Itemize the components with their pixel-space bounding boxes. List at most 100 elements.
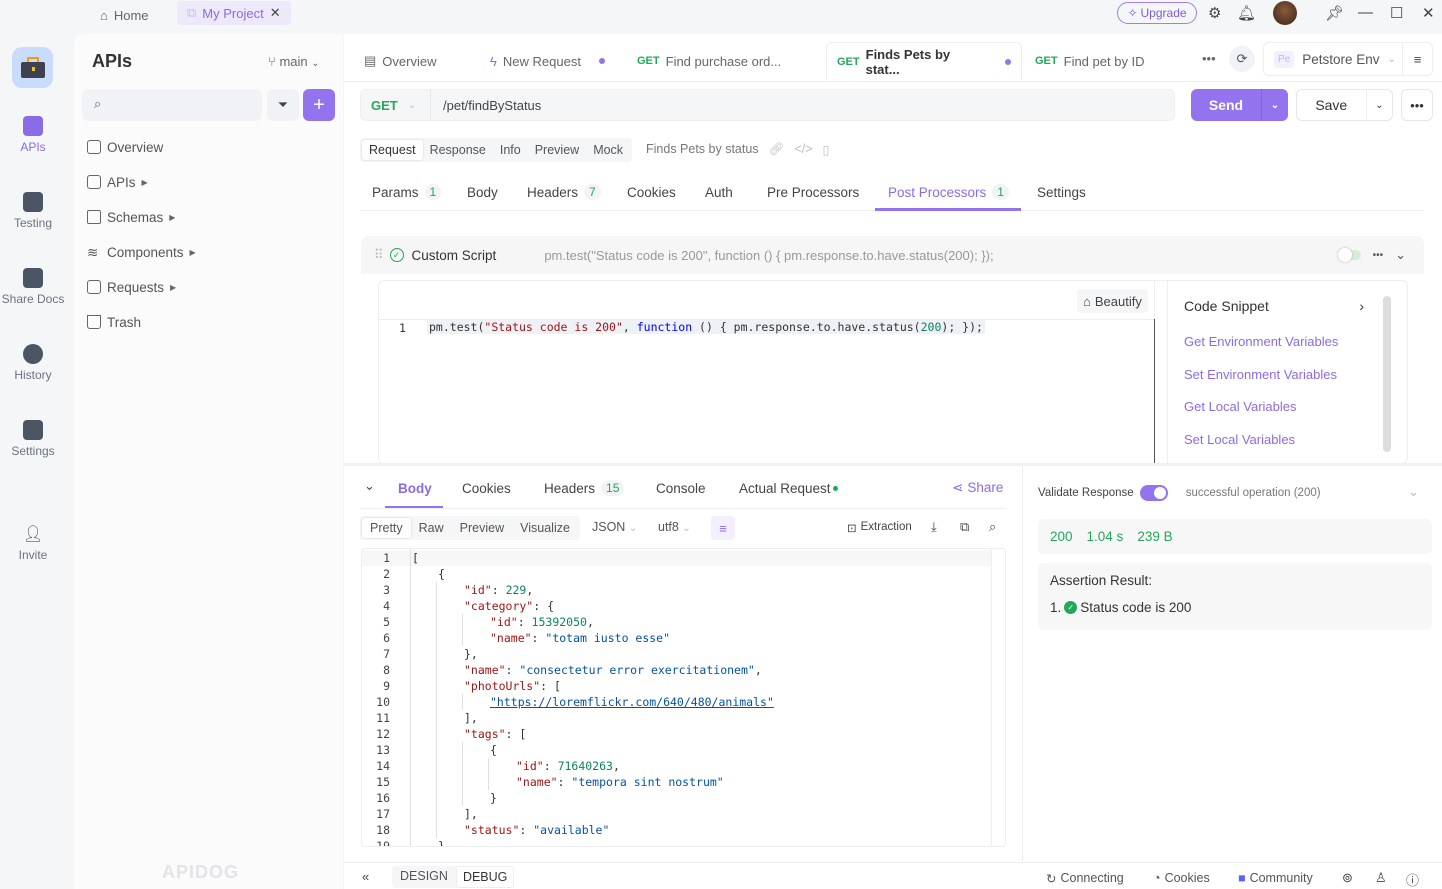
validate-toggle[interactable]: [1139, 485, 1168, 501]
nav-apis[interactable]: APIs: [0, 116, 66, 154]
minimize-icon[interactable]: —: [1358, 4, 1373, 21]
encoding-select[interactable]: utf8 ⌄: [658, 520, 691, 534]
subtab-body[interactable]: Body: [467, 180, 498, 204]
tab-find-purchase-order[interactable]: GET Find purchase ord...: [627, 42, 791, 80]
chevron-down-icon[interactable]: ⌄: [1408, 484, 1419, 500]
subtab-post-processors[interactable]: Post Processors 1: [888, 180, 1009, 204]
tab-new-request[interactable]: ϟ New Request: [480, 42, 615, 80]
download-icon[interactable]: ⤓: [931, 519, 937, 535]
nav-testing[interactable]: Testing: [0, 192, 66, 230]
subtab-auth[interactable]: Auth: [705, 180, 733, 204]
photo-url-link[interactable]: "https://loremflickr.com/640/480/animals…: [490, 695, 774, 709]
tree-item-trash[interactable]: Trash: [87, 312, 141, 332]
upload-icon[interactable]: ⊚: [1342, 870, 1353, 886]
send-button[interactable]: Send ⌄: [1191, 89, 1288, 121]
community-button[interactable]: ■ Community: [1238, 871, 1313, 885]
project-tab[interactable]: ⧉ My Project ✕: [177, 1, 291, 25]
tab-find-pet-by-id[interactable]: GET Find pet by ID: [1025, 42, 1155, 80]
nav-settings[interactable]: Settings: [0, 420, 66, 458]
more-tabs-icon[interactable]: •••: [1202, 51, 1216, 66]
url-bar[interactable]: GET ⌄ /pet/findByStatus: [360, 89, 1175, 121]
collapse-sidebar-icon[interactable]: «: [362, 869, 369, 884]
code-icon[interactable]: </>: [794, 142, 812, 157]
panel-icon[interactable]: ▯: [823, 142, 830, 157]
tree-item-overview[interactable]: Overview: [87, 137, 163, 157]
view-preview[interactable]: Preview: [528, 140, 586, 160]
view-request[interactable]: Request: [362, 140, 423, 160]
more-options-button[interactable]: •••: [1401, 89, 1433, 121]
format-pretty[interactable]: Pretty: [362, 518, 411, 538]
extraction-button[interactable]: ⊡ Extraction: [847, 521, 912, 535]
cookies-button[interactable]: ◔ Cookies: [1153, 871, 1210, 885]
search-icon[interactable]: ⌕: [989, 519, 996, 535]
collapse-icon[interactable]: ⌄: [364, 478, 375, 494]
request-name[interactable]: Finds Pets by status: [646, 142, 759, 157]
code-snippet-header[interactable]: Code Snippet ›: [1184, 298, 1364, 314]
wrap-icon[interactable]: ≡: [711, 516, 735, 540]
refresh-icon[interactable]: ⟳: [1229, 46, 1255, 72]
response-body[interactable]: 1[2{3 "id": 229, 4 "category": {5 "id": 1539…: [361, 548, 1006, 847]
validate-schema-select[interactable]: successful operation (200): [1186, 487, 1321, 499]
design-mode[interactable]: DESIGN: [392, 866, 456, 888]
resp-tab-body[interactable]: Body: [398, 478, 432, 498]
view-response[interactable]: Response: [423, 140, 493, 160]
resp-tab-headers[interactable]: Headers 15: [544, 478, 625, 498]
help-icon[interactable]: ⓘ: [1406, 870, 1419, 889]
share-button[interactable]: ⋖ Share: [952, 480, 1003, 496]
home-tab[interactable]: ⌂ Home: [100, 4, 149, 26]
nav-share-docs[interactable]: Share Docs: [0, 268, 66, 306]
snippet-set-env-vars[interactable]: Set Environment Variables: [1184, 367, 1337, 382]
upgrade-button[interactable]: ✧ Upgrade: [1117, 2, 1197, 24]
subtab-cookies[interactable]: Cookies: [627, 180, 676, 204]
debug-mode[interactable]: DEBUG: [455, 866, 515, 888]
snippet-get-env-vars[interactable]: Get Environment Variables: [1184, 334, 1338, 349]
snippet-scrollbar[interactable]: [1383, 296, 1391, 452]
tree-item-schemas[interactable]: Schemas ▶: [87, 207, 175, 227]
nav-history[interactable]: History: [0, 344, 66, 382]
tree-item-components[interactable]: ≋ Components ▶: [87, 242, 196, 262]
enable-toggle[interactable]: [1337, 248, 1361, 262]
nav-invite[interactable]: 👤︎ Invite: [0, 524, 66, 562]
chevron-down-icon[interactable]: ⌄: [1365, 90, 1392, 120]
subtab-params[interactable]: Params 1: [372, 180, 442, 204]
link-icon[interactable]: 🔗︎: [769, 142, 785, 157]
bell-icon[interactable]: 🔔︎: [1237, 4, 1256, 22]
close-tab-icon[interactable]: ✕: [270, 5, 281, 21]
add-button[interactable]: +: [303, 89, 335, 121]
chevron-down-icon[interactable]: ⌄: [1395, 247, 1406, 263]
save-button[interactable]: Save ⌄: [1296, 89, 1393, 121]
pin-icon[interactable]: 📌︎: [1325, 4, 1344, 22]
avatar[interactable]: [1273, 1, 1297, 25]
chevron-down-icon[interactable]: ⌄: [1261, 89, 1288, 121]
content-type-select[interactable]: JSON ⌄: [592, 520, 637, 534]
search-input[interactable]: ⌕: [82, 89, 262, 121]
snippet-get-local-vars[interactable]: Get Local Variables: [1184, 399, 1297, 414]
tree-item-apis[interactable]: APIs ▶: [87, 172, 148, 192]
view-info[interactable]: Info: [493, 140, 528, 160]
method-selector[interactable]: GET ⌄: [361, 90, 431, 120]
drag-handle-icon[interactable]: ⠿: [374, 247, 384, 263]
format-preview[interactable]: Preview: [452, 518, 512, 538]
close-window-icon[interactable]: ✕: [1422, 4, 1435, 22]
subtab-headers[interactable]: Headers 7: [527, 180, 601, 204]
snippet-set-local-vars[interactable]: Set Local Variables: [1184, 432, 1295, 447]
resp-tab-actual-request[interactable]: Actual Request: [739, 478, 838, 498]
filter-button[interactable]: ⏷: [267, 89, 299, 121]
format-raw[interactable]: Raw: [411, 518, 452, 538]
tab-finds-pets-by-status[interactable]: GET Finds Pets by stat...: [826, 42, 1022, 80]
format-visualize[interactable]: Visualize: [512, 518, 578, 538]
beautify-button[interactable]: ⌂ Beautify: [1077, 289, 1148, 313]
json-scrollbar[interactable]: [991, 548, 1006, 847]
branch-selector[interactable]: ⑂ main ⌄: [268, 54, 320, 69]
copy-icon[interactable]: ⧉: [960, 519, 969, 535]
resp-tab-cookies[interactable]: Cookies: [462, 478, 511, 498]
project-logo[interactable]: [12, 47, 53, 88]
view-mock[interactable]: Mock: [586, 140, 630, 160]
tree-item-requests[interactable]: Requests ▶: [87, 277, 176, 297]
tab-overview[interactable]: ▤ Overview: [354, 42, 446, 80]
menu-icon[interactable]: ≡: [1402, 43, 1432, 75]
subtab-settings[interactable]: Settings: [1037, 180, 1086, 204]
resp-tab-console[interactable]: Console: [656, 478, 706, 498]
gear-icon[interactable]: ⚙: [1208, 4, 1221, 22]
url-input[interactable]: /pet/findByStatus: [431, 98, 541, 113]
